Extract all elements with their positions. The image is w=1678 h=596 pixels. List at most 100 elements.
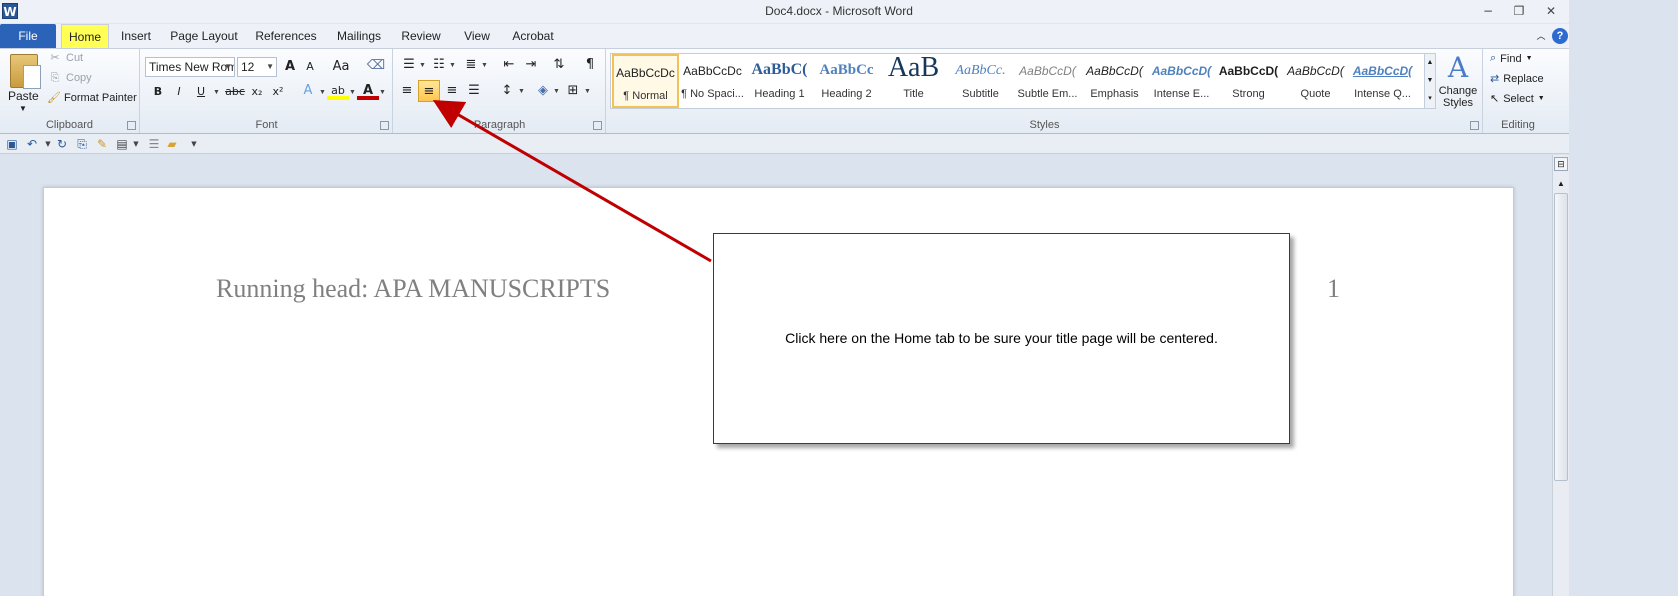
style-title[interactable]: AaB Title	[880, 52, 947, 108]
dialog-launcher-icon[interactable]	[1470, 121, 1479, 130]
redo-icon[interactable]: ↻	[54, 136, 70, 152]
chevron-down-icon[interactable]: ▼	[128, 136, 144, 152]
strikethrough-button[interactable]: abc	[223, 81, 247, 103]
minimize-icon[interactable]: −	[1475, 2, 1501, 20]
increase-indent-icon[interactable]: ⇥	[520, 54, 542, 76]
shading-icon[interactable]: ◈	[532, 80, 554, 102]
tab-home[interactable]: Home	[61, 24, 109, 48]
scroll-thumb[interactable]	[1554, 193, 1568, 481]
underline-button[interactable]: U	[190, 81, 212, 103]
tab-insert[interactable]: Insert	[113, 24, 159, 48]
shrink-font-button[interactable]: A	[299, 56, 321, 78]
multilevel-list-icon[interactable]: ≣	[460, 54, 482, 76]
grow-font-button[interactable]: A	[279, 56, 301, 78]
style-subtle-emphasis[interactable]: AaBbCcD( Subtle Em...	[1014, 54, 1081, 108]
help-icon[interactable]: ?	[1552, 28, 1568, 44]
bold-button[interactable]: B	[147, 81, 169, 103]
highlight-button[interactable]: ab	[327, 80, 349, 100]
title-bar: W Doc4.docx - Microsoft Word − ❐ ✕	[0, 0, 1678, 24]
style-strong[interactable]: AaBbCcD( Strong	[1215, 54, 1282, 108]
close-icon[interactable]: ✕	[1538, 2, 1564, 20]
text-effects-button[interactable]: A	[297, 80, 319, 102]
align-center-icon[interactable]: ≡	[418, 80, 440, 102]
style-no-spacing[interactable]: AaBbCcDc ¶ No Spaci...	[679, 54, 746, 108]
chevron-down-icon[interactable]: ▼	[449, 62, 456, 69]
customize-toolbar-icon[interactable]: ▼	[186, 136, 202, 152]
style-intense-quote[interactable]: AaBbCcD( Intense Q...	[1349, 54, 1416, 108]
tab-view[interactable]: View	[455, 24, 499, 48]
change-styles-button[interactable]: Change Styles	[1432, 85, 1484, 109]
find-button[interactable]: ⌕ Find ▼	[1490, 52, 1533, 65]
cursor-icon: ↖	[1490, 93, 1500, 105]
restore-icon[interactable]: ❐	[1506, 2, 1532, 20]
paste-button[interactable]: Paste	[8, 89, 39, 103]
tab-acrobat[interactable]: Acrobat	[505, 24, 561, 48]
tab-mailings[interactable]: Mailings	[330, 24, 388, 48]
chevron-down-icon[interactable]: ▼	[319, 89, 326, 96]
scroll-up-icon[interactable]: ▲	[1553, 177, 1569, 191]
font-color-button[interactable]: A	[357, 80, 379, 100]
copy-button[interactable]: ⎘ Copy	[49, 72, 92, 85]
save-icon[interactable]: ▣	[4, 136, 20, 152]
paste-icon[interactable]	[10, 54, 41, 89]
chevron-down-icon[interactable]: ▼	[553, 88, 560, 95]
style-name: Intense E...	[1153, 88, 1210, 100]
vertical-scrollbar[interactable]: ⊟ ▲	[1552, 155, 1569, 596]
style-intense-emphasis[interactable]: AaBbCcD( Intense E...	[1148, 54, 1215, 108]
clear-formatting-icon[interactable]: ⌫	[365, 55, 387, 77]
change-case-button[interactable]: Aa	[328, 56, 354, 78]
tab-file[interactable]: File	[0, 24, 56, 48]
format-painter-button[interactable]: 🖌 Format Painter	[47, 92, 137, 105]
replace-button[interactable]: ⇄ Replace	[1490, 72, 1544, 86]
running-head[interactable]: Running head: APA MANUSCRIPTS	[216, 274, 610, 304]
style-name: ¶ No Spaci...	[681, 88, 744, 100]
bullets-icon[interactable]: ☰	[398, 54, 420, 76]
chevron-down-icon[interactable]: ▼	[213, 89, 220, 96]
align-left-icon[interactable]: ≡	[396, 80, 418, 102]
chevron-down-icon[interactable]: ▼	[379, 89, 386, 96]
style-heading-1[interactable]: AaBbC( Heading 1	[746, 54, 813, 108]
sort-icon[interactable]: ⇅	[548, 54, 570, 76]
callout-text: Click here on the Home tab to be sure yo…	[785, 330, 1218, 346]
style-heading-2[interactable]: AaBbCc Heading 2	[813, 54, 880, 108]
dialog-launcher-icon[interactable]	[380, 121, 389, 130]
tab-page-layout[interactable]: Page Layout	[166, 24, 242, 48]
select-button[interactable]: ↖ Select ▼	[1490, 92, 1545, 106]
subscript-button[interactable]: x₂	[246, 81, 268, 103]
copy-icon[interactable]: ⎘	[74, 136, 90, 152]
italic-button[interactable]: I	[168, 81, 190, 103]
style-emphasis[interactable]: AaBbCcD( Emphasis	[1081, 54, 1148, 108]
undo-icon[interactable]: ↶	[24, 136, 40, 152]
chevron-down-icon[interactable]: ▼	[349, 89, 356, 96]
style-quote[interactable]: AaBbCcD( Quote	[1282, 54, 1349, 108]
dialog-launcher-icon[interactable]	[593, 121, 602, 130]
chevron-down-icon[interactable]: ▼	[518, 88, 525, 95]
style-subtitle[interactable]: AaBbCc. Subtitle	[947, 54, 1014, 108]
decrease-indent-icon[interactable]: ⇤	[498, 54, 520, 76]
style-normal[interactable]: AaBbCcDc ¶ Normal	[612, 54, 679, 108]
justify-icon[interactable]: ☰	[463, 80, 485, 102]
chevron-down-icon[interactable]: ▼	[481, 62, 488, 69]
minimize-ribbon-icon[interactable]: ︿	[1533, 28, 1549, 44]
paintbrush-icon[interactable]: ✎	[94, 136, 110, 152]
page-number[interactable]: 1	[1327, 274, 1340, 304]
font-name-combo[interactable]: Times New Rom ▼	[145, 57, 235, 77]
dialog-launcher-icon[interactable]	[127, 121, 136, 130]
chevron-down-icon[interactable]: ▼	[19, 104, 27, 113]
numbering-icon[interactable]: ☷	[428, 54, 450, 76]
chevron-down-icon[interactable]: ▼	[419, 62, 426, 69]
show-hide-button[interactable]: ¶	[579, 54, 601, 76]
borders-icon[interactable]: ⊞	[562, 80, 584, 102]
line-spacing-icon[interactable]: ↕	[496, 80, 518, 102]
tab-references[interactable]: References	[250, 24, 322, 48]
page-break-icon[interactable]: ☰	[146, 136, 162, 152]
folder-icon[interactable]: ▰	[164, 136, 180, 152]
chevron-down-icon[interactable]: ▼	[584, 88, 591, 95]
ruler-toggle-icon[interactable]: ⊟	[1554, 157, 1568, 171]
font-size-combo[interactable]: 12 ▼	[237, 57, 277, 77]
cut-button[interactable]: ✂ Cut	[49, 52, 83, 65]
align-right-icon[interactable]: ≡	[441, 80, 463, 102]
tab-review[interactable]: Review	[396, 24, 446, 48]
superscript-button[interactable]: x²	[267, 81, 289, 103]
change-styles-icon[interactable]: A	[1443, 53, 1473, 83]
